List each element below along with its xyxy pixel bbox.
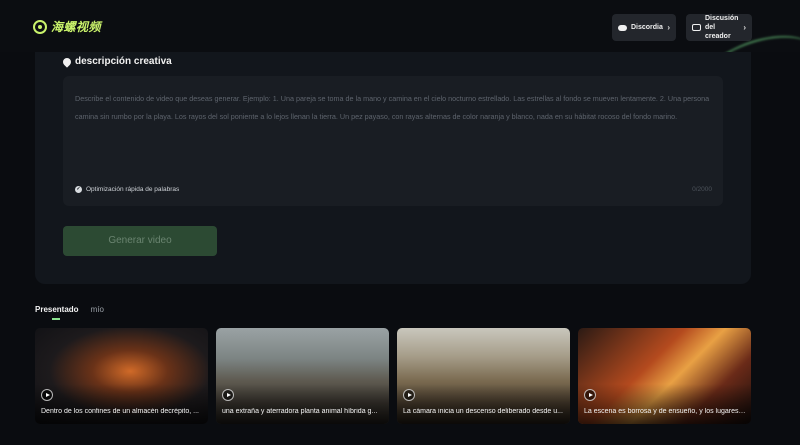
tab-featured[interactable]: Presentado [35,305,79,314]
video-caption: La cámara inicia un descenso deliberado … [403,408,563,415]
video-caption: una extraña y aterradora planta animal h… [222,408,378,415]
discord-label: Discordia [631,24,663,31]
play-icon[interactable] [403,389,415,401]
location-pin-icon [61,55,73,68]
discord-icon [618,24,627,31]
character-counter: 0/2000 [692,186,712,193]
thumbnail-shade [216,384,389,424]
chevron-right-icon: › [667,23,670,32]
video-card[interactable]: La escena es borrosa y de ensueño, y los… [578,328,751,424]
creator-label: Discusión del creador [705,15,739,40]
thumbnail-shade [578,384,751,424]
chevron-right-icon: › [743,23,746,32]
prompt-placeholder: Describe el contenido de video que desea… [75,94,710,121]
play-icon[interactable] [222,389,234,401]
logo-text: 海螺视频 [51,20,102,34]
generate-video-button[interactable]: Generar video [63,226,217,256]
video-card[interactable]: una extraña y aterradora planta animal h… [216,328,389,424]
gallery-tabs: Presentado mío [35,305,104,314]
discord-button[interactable]: Discordia › [612,14,676,41]
prompt-optimization-toggle[interactable]: ✓ Optimización rápida de palabras [75,186,179,193]
thumbnail-shade [35,384,208,424]
optimization-label: Optimización rápida de palabras [86,186,180,193]
thumbnail-shade [397,384,570,424]
tab-mine[interactable]: mío [91,305,104,314]
play-icon[interactable] [41,389,53,401]
logo[interactable]: 海螺视频 [33,18,101,35]
prompt-title: descripción creativa [75,56,172,67]
play-icon[interactable] [584,389,596,401]
video-card[interactable]: La cámara inicia un descenso deliberado … [397,328,570,424]
video-caption: Dentro de los confines de un almacén dec… [41,408,199,415]
creator-discussion-button[interactable]: Discusión del creador › [686,14,752,41]
video-caption: La escena es borrosa y de ensueño, y los… [584,408,746,415]
check-circle-icon: ✓ [75,186,82,193]
prompt-header: descripción creativa [61,55,172,68]
logo-icon [33,19,47,34]
prompt-textarea[interactable]: Describe el contenido de video que desea… [63,76,723,206]
video-card[interactable]: Dentro de los confines de un almacén dec… [35,328,208,424]
active-tab-indicator [52,318,60,320]
chat-icon [692,24,701,31]
top-bar: 海螺视频 Discordia › Discusión del creador › [0,0,800,52]
